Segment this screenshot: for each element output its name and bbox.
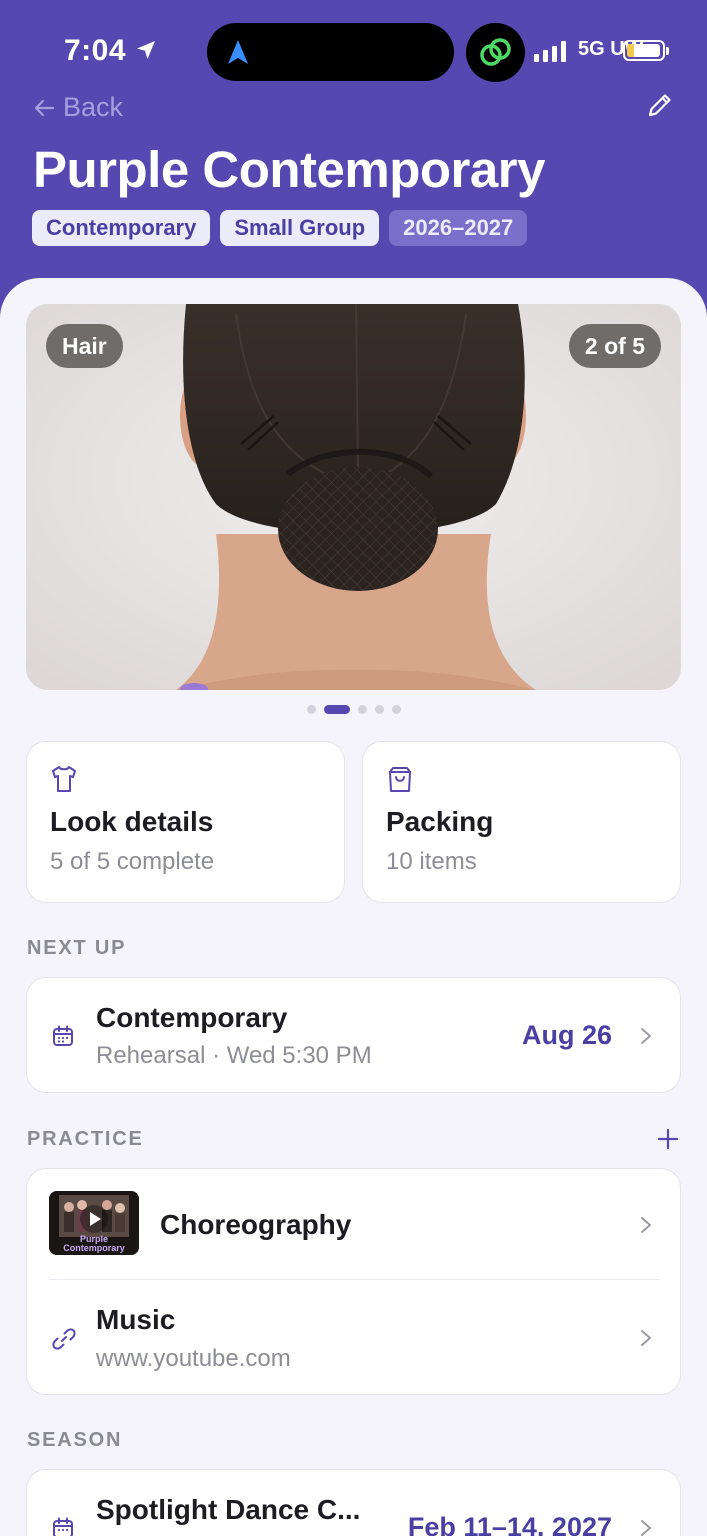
screen: 7:04 5G UW Back Purple Contemporary Cont…	[0, 0, 707, 1536]
edit-pencil-icon[interactable]	[645, 90, 675, 120]
look-photo-carousel[interactable]: Hair 2 of 5	[26, 304, 681, 690]
next-up-event-row[interactable]: Contemporary Rehearsal · Wed 5:30 PM Aug…	[26, 977, 681, 1093]
navigation-arrow-icon	[228, 40, 248, 64]
look-details-card[interactable]: Look details 5 of 5 complete	[26, 741, 345, 903]
choreography-title: Choreography	[160, 1209, 352, 1240]
link-icon	[52, 1328, 76, 1350]
packing-count: 10 items	[386, 848, 477, 875]
carousel-page-dots[interactable]	[0, 705, 707, 714]
chevron-right-icon	[641, 1028, 651, 1044]
event-date: Aug 26	[521, 1020, 612, 1050]
practice-heading: PRACTICE	[27, 1128, 144, 1150]
video-thumbnail: Purple Contemporary	[49, 1191, 139, 1255]
next-up-heading: NEXT UP	[27, 937, 127, 959]
arrow-left-icon	[34, 99, 55, 116]
music-url: www.youtube.com	[96, 1345, 291, 1372]
back-label: Back	[63, 92, 124, 122]
chip-style: Contemporary	[32, 210, 211, 246]
page-dot[interactable]	[391, 705, 401, 714]
cellular-signal-icon	[534, 40, 566, 62]
season-event-title: Spotlight Dance C...	[96, 1494, 361, 1525]
bag-icon	[389, 767, 411, 792]
live-activity-indicator	[466, 23, 525, 82]
season-event-row[interactable]: Spotlight Dance C... Feb 11–14, 2027	[26, 1469, 681, 1536]
thumbnail-caption: Purple Contemporary	[63, 1234, 125, 1253]
practice-item-music[interactable]: Music www.youtube.com	[27, 1280, 682, 1396]
page-dot[interactable]	[374, 705, 384, 714]
linked-rings-icon	[480, 38, 511, 66]
page-dot-active[interactable]	[323, 705, 350, 714]
chevron-right-icon	[641, 1330, 651, 1346]
music-title: Music	[96, 1304, 176, 1335]
location-arrow-icon	[137, 41, 155, 59]
chip-group-size: Small Group	[220, 210, 380, 246]
tag-chips: Contemporary Small Group 2026–2027	[32, 210, 528, 246]
add-practice-icon[interactable]	[657, 1128, 679, 1150]
event-title: Contemporary	[96, 1002, 288, 1033]
back-button[interactable]: Back	[33, 92, 123, 123]
practice-list: Purple Contemporary Choreography Music w…	[26, 1168, 681, 1395]
photo-category-badge: Hair	[46, 324, 123, 368]
packing-title: Packing	[386, 806, 494, 837]
chip-season: 2026–2027	[389, 210, 528, 246]
page-title: Purple Contemporary	[33, 141, 545, 198]
chevron-right-icon	[641, 1520, 651, 1536]
packing-card[interactable]: Packing 10 items	[362, 741, 681, 903]
photo-counter-badge: 2 of 5	[568, 324, 661, 368]
season-heading: SEASON	[27, 1429, 123, 1451]
chevron-right-icon	[641, 1217, 651, 1233]
page-dot[interactable]	[306, 705, 316, 714]
dynamic-island	[207, 23, 454, 81]
event-subtitle: Rehearsal · Wed 5:30 PM	[96, 1042, 372, 1069]
shirt-icon	[52, 766, 76, 792]
play-icon	[80, 1205, 108, 1233]
look-details-title: Look details	[50, 806, 214, 837]
look-details-status: 5 of 5 complete	[50, 848, 215, 875]
calendar-icon	[53, 1517, 73, 1536]
status-time: 7:04	[64, 34, 127, 67]
practice-item-choreography[interactable]: Purple Contemporary Choreography	[27, 1169, 682, 1279]
battery-icon	[623, 40, 669, 61]
page-dot[interactable]	[357, 705, 367, 714]
season-event-date: Feb 11–14, 2027	[407, 1512, 612, 1536]
calendar-icon	[53, 1025, 73, 1046]
